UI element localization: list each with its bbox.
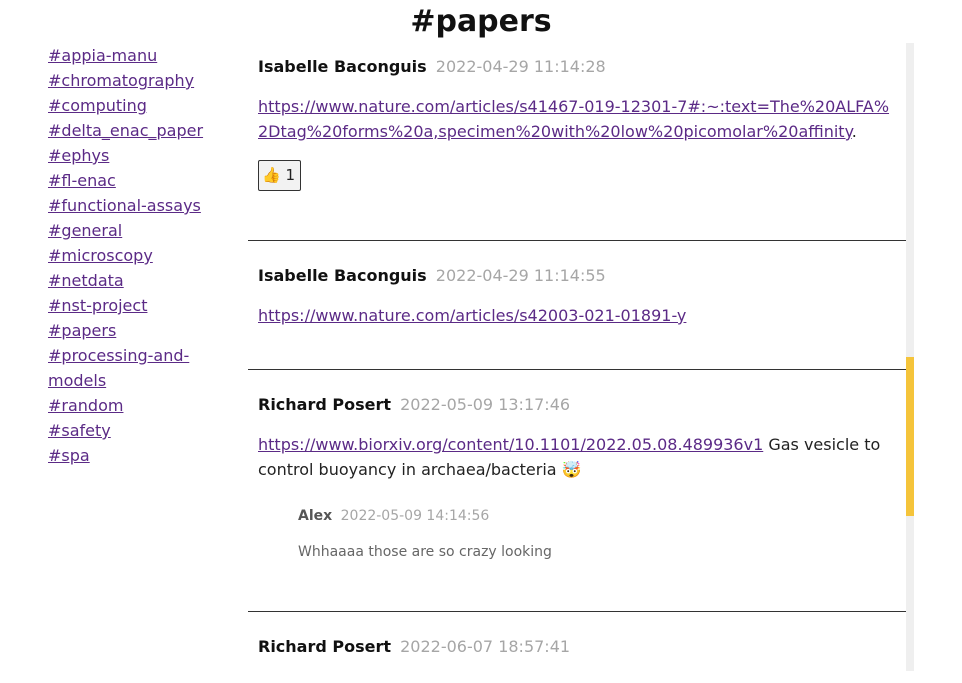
message-feed: Isabelle Baconguis 2022-04-29 11:14:28 h…	[248, 43, 906, 683]
channel-link-nst-project[interactable]: #nst-project	[48, 293, 238, 318]
channel-link-netdata[interactable]: #netdata	[48, 268, 238, 293]
message-header: Isabelle Baconguis 2022-04-29 11:14:28	[258, 54, 896, 80]
reply-timestamp: 2022-05-09 14:14:56	[340, 508, 490, 524]
message: Richard Posert 2022-06-07 18:57:41	[248, 612, 906, 660]
channel-link-spa[interactable]: #spa	[48, 443, 238, 468]
message: Isabelle Baconguis 2022-04-29 11:14:55 h…	[248, 241, 906, 370]
channel-link-microscopy[interactable]: #microscopy	[48, 243, 238, 268]
message-author: Isabelle Baconguis	[258, 266, 427, 285]
channel-link-fl-enac[interactable]: #fl-enac	[48, 168, 238, 193]
thumbs-up-icon: 👍	[262, 166, 281, 184]
page-title: #papers	[410, 4, 552, 39]
channel-link-safety[interactable]: #safety	[48, 418, 238, 443]
channel-link-chromatography[interactable]: #chromatography	[48, 68, 238, 93]
reply-author: Alex	[298, 508, 333, 524]
message-timestamp: 2022-04-29 11:14:28	[435, 57, 606, 76]
channel-link-computing[interactable]: #computing	[48, 93, 238, 118]
message-author: Isabelle Baconguis	[258, 57, 427, 76]
message-body: https://www.biorxiv.org/content/10.1101/…	[258, 432, 896, 482]
channel-link-general[interactable]: #general	[48, 218, 238, 243]
reply-body: Whhaaaa those are so crazy looking	[298, 544, 552, 560]
message: Isabelle Baconguis 2022-04-29 11:14:28 h…	[248, 43, 906, 241]
channel-sidebar: #appia-manu #chromatography #computing #…	[48, 43, 238, 468]
message-link[interactable]: https://www.nature.com/articles/s41467-0…	[258, 97, 889, 141]
message-header: Isabelle Baconguis 2022-04-29 11:14:55	[258, 263, 896, 289]
channel-link-functional-assays[interactable]: #functional-assays	[48, 193, 238, 218]
message-text: .	[851, 122, 857, 141]
thread-reply: Alex 2022-05-09 14:14:56 Whhaaaa those a…	[298, 506, 896, 562]
message-link[interactable]: https://www.nature.com/articles/s42003-0…	[258, 306, 686, 325]
reaction-button[interactable]: 👍 1	[258, 160, 302, 191]
channel-link-delta-enac-paper[interactable]: #delta_enac_paper	[48, 118, 238, 143]
message-link[interactable]: https://www.biorxiv.org/content/10.1101/…	[258, 435, 763, 454]
feed-scrollbar[interactable]	[906, 43, 914, 671]
channel-link-papers[interactable]: #papers	[48, 318, 238, 343]
message-header: Richard Posert 2022-06-07 18:57:41	[258, 634, 896, 660]
message-timestamp: 2022-04-29 11:14:55	[435, 266, 606, 285]
scrollbar-thumb[interactable]	[906, 357, 914, 516]
message-body: https://www.nature.com/articles/s41467-0…	[258, 94, 896, 144]
channel-link-ephys[interactable]: #ephys	[48, 143, 238, 168]
message-timestamp: 2022-06-07 18:57:41	[400, 637, 571, 656]
message: Richard Posert 2022-05-09 13:17:46 https…	[248, 370, 906, 612]
message-author: Richard Posert	[258, 637, 392, 656]
reply-header: Alex 2022-05-09 14:14:56	[298, 506, 896, 526]
channel-link-random[interactable]: #random	[48, 393, 238, 418]
message-body: https://www.nature.com/articles/s42003-0…	[258, 303, 896, 328]
channel-link-processing-and-models[interactable]: #processing-and-models	[48, 343, 238, 393]
message-author: Richard Posert	[258, 395, 392, 414]
message-timestamp: 2022-05-09 13:17:46	[400, 395, 571, 414]
channel-link-appia-manu[interactable]: #appia-manu	[48, 43, 238, 68]
message-header: Richard Posert 2022-05-09 13:17:46	[258, 392, 896, 418]
reaction-count: 1	[285, 166, 296, 184]
